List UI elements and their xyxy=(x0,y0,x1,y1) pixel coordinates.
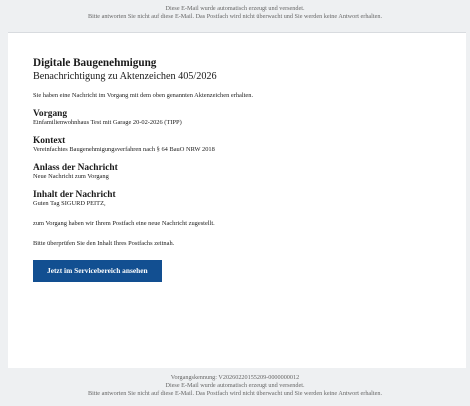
section-text-vorgang: Einfamilienwohnhaus Test mit Garage 20-0… xyxy=(33,119,182,126)
greeting-text: Guten Tag SIGURD PEITZ, xyxy=(33,200,106,207)
footer-notice: Vorgangskennung: V20260220155209-0000000… xyxy=(0,374,470,398)
body-text-1: zum Vorgang haben wir Ihrem Postfach ein… xyxy=(33,220,215,227)
header-notice-line-2: Bitte antworten Sie nicht auf diese E-Ma… xyxy=(88,13,382,20)
body-text-2: Bitte überprüfen Sie den Inhalt Ihres Po… xyxy=(33,240,175,247)
header-notice-line-1: Diese E-Mail wurde automatisch erzeugt u… xyxy=(165,5,305,12)
section-heading-inhalt: Inhalt der Nachricht xyxy=(33,190,116,200)
intro-text: Sie haben eine Nachricht im Vorgang mit … xyxy=(33,92,254,99)
section-text-kontext: Vereinfachtes Baugenehmigungsverfahren n… xyxy=(33,146,215,153)
section-heading-kontext: Kontext xyxy=(33,136,66,146)
footer-notice-line-1: Diese E-Mail wurde automatisch erzeugt u… xyxy=(165,382,305,389)
email-subtitle: Benachrichtigung zu Aktenzeichen 405/202… xyxy=(33,71,217,82)
email-title: Digitale Baugenehmigung xyxy=(33,57,157,69)
view-in-service-area-button[interactable]: Jetzt im Servicebereich ansehen xyxy=(33,260,162,282)
section-heading-anlass: Anlass der Nachricht xyxy=(33,163,118,173)
section-text-anlass: Neue Nachricht zum Vorgang xyxy=(33,173,109,180)
section-heading-vorgang: Vorgang xyxy=(33,109,68,119)
email-card: Digitale Baugenehmigung Benachrichtigung… xyxy=(8,32,466,368)
footer-notice-line-2: Bitte antworten Sie nicht auf diese E-Ma… xyxy=(88,390,382,397)
process-id: Vorgangskennung: V20260220155209-0000000… xyxy=(170,374,300,381)
header-notice: Diese E-Mail wurde automatisch erzeugt u… xyxy=(0,0,470,21)
